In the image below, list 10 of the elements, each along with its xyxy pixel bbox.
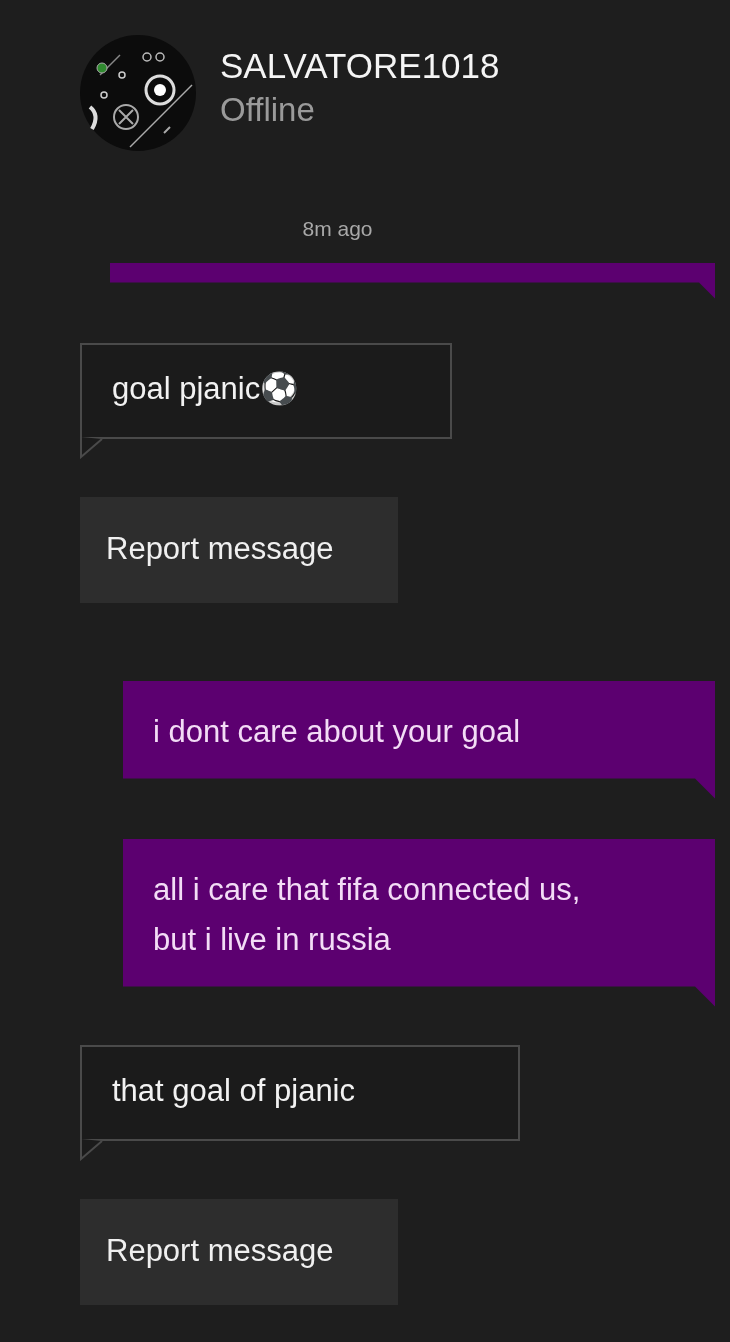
message-text: goal pjanic⚽ <box>112 370 300 406</box>
message-text: all i care that fifa connected us, but i live in russia <box>153 870 582 959</box>
message-text: i dont care about your goal <box>153 712 522 751</box>
avatar-icon <box>80 35 196 151</box>
timestamp: 8m ago <box>302 216 373 242</box>
report-message-button[interactable]: Report message <box>80 1198 398 1305</box>
report-message-button[interactable]: Report message <box>80 496 398 603</box>
status-text: Offline <box>220 90 316 130</box>
contact-name: SALVATORE1018 <box>220 45 500 87</box>
message-text: that goal of pjanic <box>112 1072 355 1108</box>
